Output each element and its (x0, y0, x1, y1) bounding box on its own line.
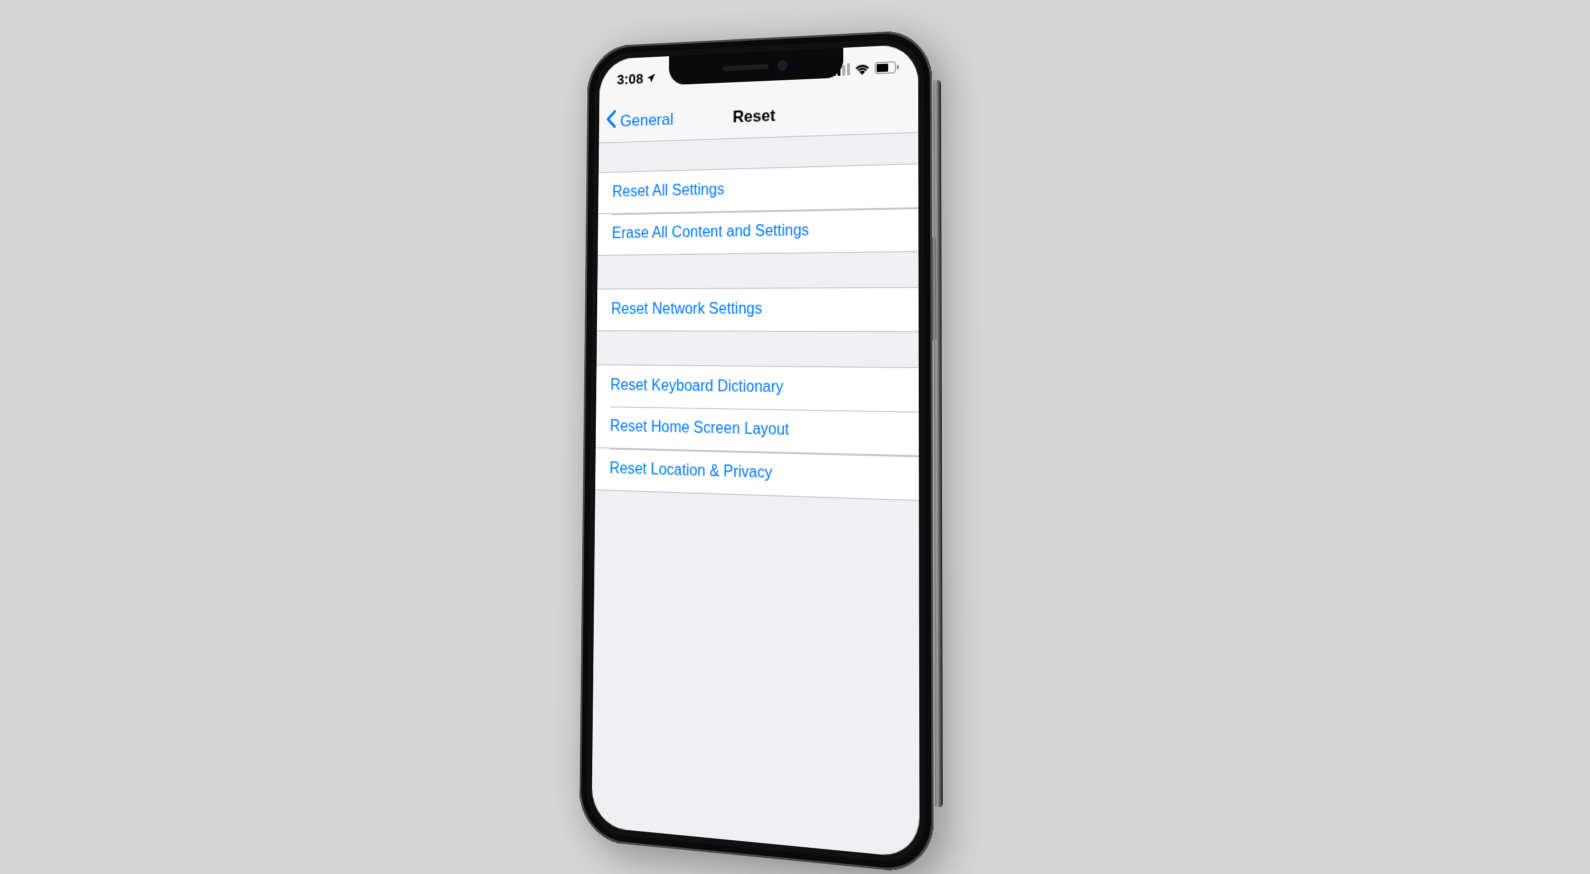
chevron-left-icon (606, 109, 620, 133)
phone-frame: 3:08 (579, 29, 934, 874)
reset-all-settings[interactable]: Reset All Settings (598, 163, 918, 214)
settings-group-2: Reset Network Settings (597, 286, 919, 331)
screen: 3:08 (592, 44, 920, 858)
cell-label: Reset All Settings (612, 181, 724, 200)
status-time: 3:08 (617, 70, 643, 87)
speaker-grille (722, 64, 768, 71)
phone-side-edge (933, 80, 943, 807)
settings-group-1: Reset All Settings Erase All Content and… (598, 163, 919, 255)
cell-label: Reset Network Settings (611, 300, 762, 317)
status-left: 3:08 (617, 70, 657, 88)
reset-network-settings[interactable]: Reset Network Settings (597, 286, 919, 331)
location-arrow-icon (646, 72, 657, 84)
cell-label: Erase All Content and Settings (612, 222, 809, 242)
reset-keyboard-dictionary[interactable]: Reset Keyboard Dictionary (596, 364, 919, 412)
settings-content: Reset All Settings Erase All Content and… (595, 163, 919, 500)
cellular-signal-icon (833, 63, 850, 76)
cell-label: Reset Keyboard Dictionary (610, 377, 783, 396)
reset-location-privacy[interactable]: Reset Location & Privacy (595, 448, 919, 501)
back-label: General (620, 110, 674, 131)
battery-icon (875, 61, 899, 74)
erase-all-content[interactable]: Erase All Content and Settings (598, 208, 919, 256)
cell-label: Reset Home Screen Layout (610, 418, 789, 439)
cell-label: Reset Location & Privacy (609, 460, 772, 482)
phone-mockup: 3:08 (579, 29, 934, 874)
nav-title: Reset (733, 106, 776, 127)
status-right (833, 61, 899, 76)
front-camera (777, 60, 786, 70)
back-button[interactable]: General (606, 98, 674, 142)
wifi-icon (855, 62, 870, 75)
settings-group-3: Reset Keyboard Dictionary Reset Home Scr… (595, 364, 919, 501)
